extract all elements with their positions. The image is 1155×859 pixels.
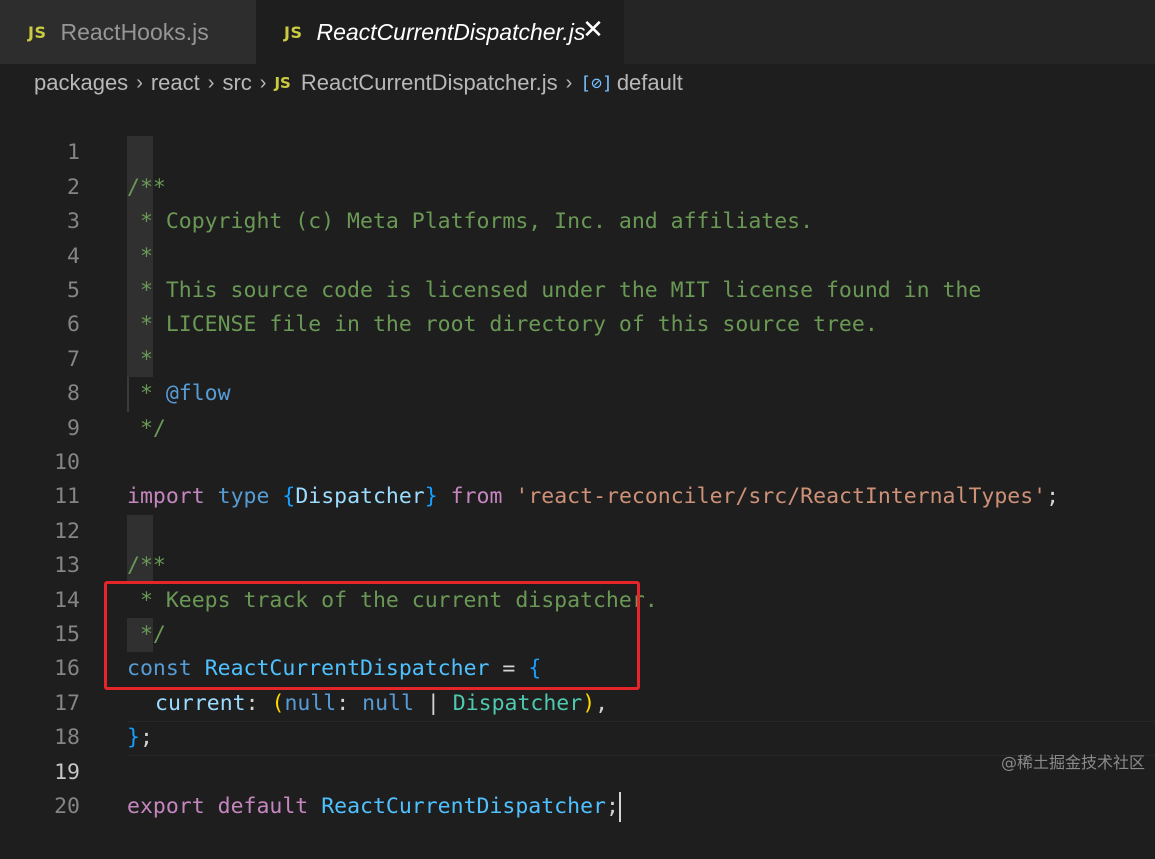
code-line-current: 19 export default ReactCurrentDispatcher… [0,721,1155,822]
code-line: 3 * [0,171,1155,268]
close-icon[interactable]: ✕ [578,14,608,44]
tab-label: ReactHooks.js [60,18,209,45]
text-cursor [618,792,621,822]
code-line: 9 [0,377,1155,441]
chevron-right-icon: › [565,71,573,94]
code-token: ; [605,794,619,819]
watermark: @稀土掘金技术社区 [1000,753,1145,772]
code-line: 4 * This source code is licensed under t… [0,205,1155,303]
code-line: 20 [0,756,1155,819]
code-line: 13 * Keeps track of the current dispatch… [0,515,1155,612]
code-editor[interactable]: 1 /** 2 * Copyright (c) Meta Platforms, … [0,102,1155,822]
js-file-icon: JS [284,22,303,42]
annotation-highlight-box [104,581,640,690]
code-line: 1 /** [0,102,1155,199]
chevron-right-icon: › [136,71,143,94]
code-line: 14 */ [0,549,1155,647]
code-line: 7 * @flow [0,308,1155,406]
code-line: 10 import type {Dispatcher} from 'react-… [0,412,1155,509]
code-text: export default ReactCurrentDispatcher; [127,790,621,824]
breadcrumb-react[interactable]: react [151,70,200,96]
js-file-icon: JS [28,22,47,42]
code-token: ReactCurrentDispatcher [321,794,606,819]
breadcrumb-src[interactable]: src [222,70,251,96]
chevron-right-icon: › [259,71,267,94]
breadcrumb-symbol-default[interactable]: default [617,70,683,96]
code-line: 2 * Copyright (c) Meta Platforms, Inc. a… [0,136,1155,234]
tab-react-current-dispatcher[interactable]: JS ReactCurrentDispatcher.js ✕ [256,0,624,64]
code-line: 18 [0,687,1155,750]
line-number: 20 [54,794,80,819]
code-line: 11 [0,446,1155,509]
tab-bar: JS ReactHooks.js JS ReactCurrentDispatch… [0,0,1155,64]
breadcrumb-packages[interactable]: packages [34,70,128,96]
breadcrumb: packages › react › src › JS ReactCurrent… [0,64,1155,102]
code-line: 5 * LICENSE file in the root directory o… [0,240,1155,337]
js-file-icon: JS [274,74,291,92]
code-line: 8 */ [0,343,1155,440]
code-line: 12 /** [0,480,1155,578]
code-line: 6 * [0,274,1155,371]
code-token: default [217,794,309,819]
tab-react-hooks[interactable]: JS ReactHooks.js [0,0,256,64]
breadcrumb-file[interactable]: ReactCurrentDispatcher.js [301,70,558,96]
chevron-right-icon: › [207,71,215,94]
symbol-variable-icon: [⊘] [580,72,613,94]
code-token: export [127,794,205,819]
tab-label: ReactCurrentDispatcher.js [316,18,586,45]
